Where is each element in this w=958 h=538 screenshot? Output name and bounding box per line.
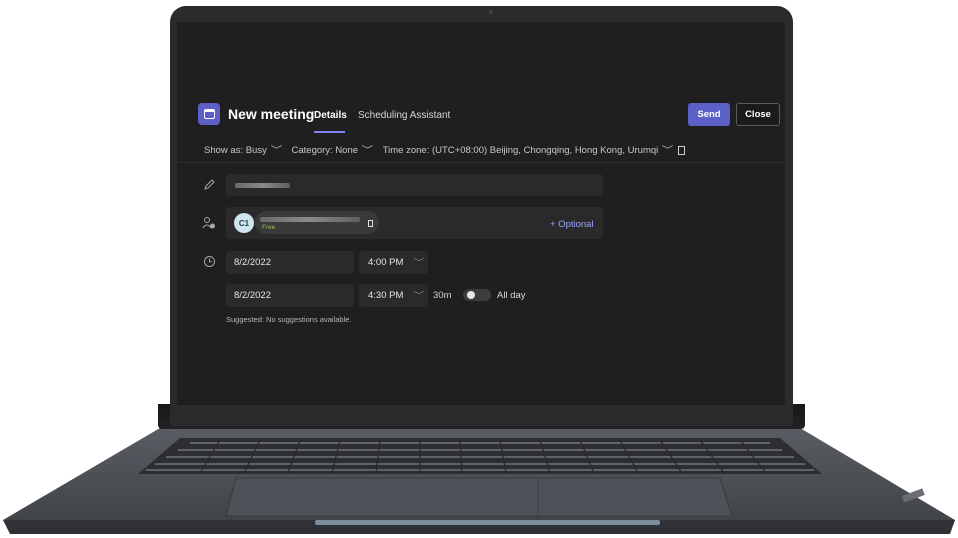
toggle-knob xyxy=(467,291,475,299)
category-label: Category: None xyxy=(291,145,359,156)
chevron-down-icon: ﹀ xyxy=(270,145,283,155)
tab-details[interactable]: Details xyxy=(314,110,347,121)
meeting-title-input[interactable] xyxy=(226,174,603,196)
tab-scheduling-assistant[interactable]: Scheduling Assistant xyxy=(358,110,450,121)
chevron-down-icon: ﹀ xyxy=(414,258,425,267)
chevron-down-icon: ﹀ xyxy=(661,145,674,155)
attendee-status: Free xyxy=(262,224,276,231)
people-add-icon xyxy=(202,216,216,233)
start-time-dropdown[interactable]: 4:00 PM ﹀ xyxy=(359,251,428,274)
start-time-value: 4:00 PM xyxy=(368,257,404,268)
end-time-value: 4:30 PM xyxy=(368,290,404,301)
clock-icon xyxy=(203,255,216,271)
end-time-dropdown[interactable]: 4:30 PM ﹀ xyxy=(359,284,428,307)
add-optional-link[interactable]: + Optional xyxy=(550,219,594,230)
duration-label: 30m xyxy=(433,290,452,301)
category-dropdown[interactable]: Category: None ﹀ xyxy=(291,143,374,156)
show-as-label: Show as: Busy xyxy=(204,145,267,156)
teams-new-meeting-window: New meeting Details Scheduling Assistant… xyxy=(177,22,785,405)
meeting-options-bar: Show as: Busy ﹀ Category: None ﹀ Time zone… xyxy=(204,143,693,156)
start-date-input[interactable]: 8/2/2022 xyxy=(226,251,354,274)
timezone-label: Time zone: (UTC+08:00) Beijing, Chongqin… xyxy=(382,145,659,156)
close-button[interactable]: Close xyxy=(736,103,780,126)
chevron-down-icon: ﹀ xyxy=(361,145,374,155)
all-day-label: All day xyxy=(497,290,526,301)
pencil-icon xyxy=(203,178,216,194)
timezone-extra-icon[interactable] xyxy=(678,145,686,155)
redacted-title xyxy=(235,183,290,188)
suggestion-text: Suggested: No suggestions available. xyxy=(226,315,352,324)
chevron-down-icon: ﹀ xyxy=(414,291,425,300)
webcam xyxy=(489,10,493,14)
redacted-attendee-name xyxy=(260,217,360,222)
end-date-input[interactable]: 8/2/2022 xyxy=(226,284,354,307)
show-as-dropdown[interactable]: Show as: Busy ﹀ xyxy=(204,143,283,156)
active-tab-indicator xyxy=(314,131,345,133)
avatar: C1 xyxy=(234,213,254,233)
divider xyxy=(177,162,785,163)
calendar-icon xyxy=(198,103,220,125)
remove-attendee-icon[interactable] xyxy=(368,220,373,227)
timezone-dropdown[interactable]: Time zone: (UTC+08:00) Beijing, Chongqin… xyxy=(383,143,686,156)
send-button[interactable]: Send xyxy=(688,103,730,126)
page-title: New meeting xyxy=(228,106,315,122)
